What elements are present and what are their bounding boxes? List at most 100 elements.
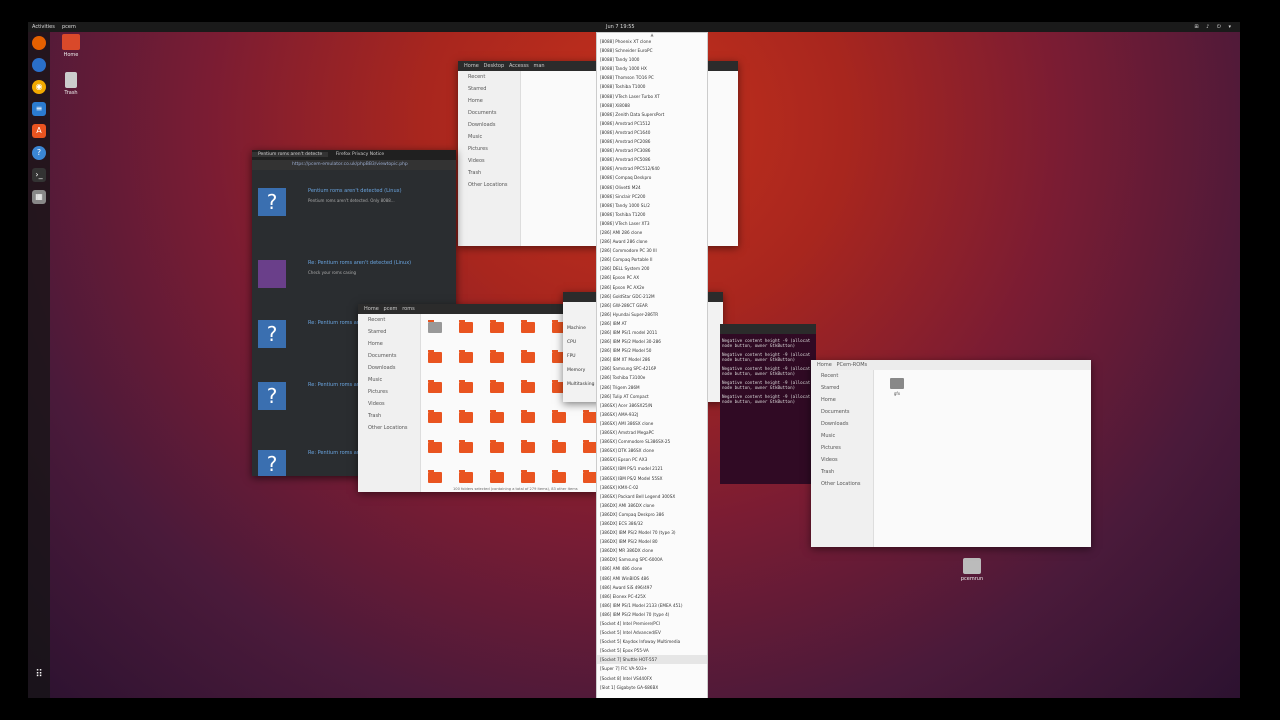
machine-option[interactable]: [Socket 7] Shuttle HOT-557 [597,655,707,665]
help-icon[interactable]: ? [32,146,46,160]
machine-option[interactable]: [286] IBM PS/1 model 2011 [597,328,707,337]
sidebar-item-documents[interactable]: Documents [458,107,520,119]
machine-option[interactable]: [486] AMI 486 clone [597,564,707,573]
sidebar-item-recent[interactable]: Recent [358,314,420,326]
sidebar-item-music[interactable]: Music [358,374,420,386]
folder-icon[interactable] [552,440,566,453]
folder-icon[interactable] [459,470,473,483]
sidebar-item-pictures[interactable]: Pictures [811,442,873,454]
machine-option[interactable]: [8088] Toshiba T1000 [597,82,707,91]
folder-icon[interactable] [490,410,504,423]
folder-icon[interactable] [428,350,442,363]
machine-option[interactable]: [8086] Sinclair PC200 [597,192,707,201]
folder-icon[interactable] [521,440,535,453]
machine-option[interactable]: [286] IBM XT Model 286 [597,355,707,364]
machine-option[interactable]: [486] IBM PS/2 Model 70 (type 4) [597,610,707,619]
thunderbird-icon[interactable] [32,58,46,72]
folder-icon[interactable] [552,470,566,483]
folder-icon[interactable] [583,440,597,453]
sidebar-item-music[interactable]: Music [811,430,873,442]
folder-icon[interactable] [459,350,473,363]
machine-option[interactable]: [Socket 5] Kaydox Infoway Multimedia [597,637,707,646]
pcemrun-desktop-icon[interactable]: pcemrun [952,558,992,582]
sidebar-item-downloads[interactable]: Downloads [811,418,873,430]
machine-option[interactable]: [Socket 8] Intel VS440FX [597,674,707,683]
terminal-window[interactable]: Negative content height -9 (allocat node… [720,324,816,484]
sidebar-item-documents[interactable]: Documents [811,406,873,418]
sidebar-item-downloads[interactable]: Downloads [458,119,520,131]
machine-option[interactable]: [286] Epson PC AX [597,273,707,282]
folder-icon[interactable] [583,470,597,483]
machine-option[interactable]: [286] GW-286CT GEAR [597,301,707,310]
sidebar-item-home[interactable]: Home [358,338,420,350]
show-apps-icon[interactable]: ⠿ [32,668,46,682]
machine-option[interactable]: [8086] Tandy 1000 SL/2 [597,201,707,210]
machine-option[interactable]: [8088] Xi8088 [597,101,707,110]
clock[interactable]: Jun 7 19:55 [606,22,635,32]
machine-option[interactable]: [486] AMI WinBIOS 486 [597,574,707,583]
machine-option[interactable]: [8086] Amstrad PPC512/640 [597,164,707,173]
sidebar-item-home[interactable]: Home [458,95,520,107]
sidebar-item-pictures[interactable]: Pictures [458,143,520,155]
sidebar-item-starred[interactable]: Starred [358,326,420,338]
machine-option[interactable]: [486] Award SiS 496/497 [597,583,707,592]
machine-option[interactable]: [8088] VTech Laser Turbo XT [597,92,707,101]
machine-option[interactable]: [8088] Thomson TO16 PC [597,73,707,82]
machine-option[interactable]: [286] AMI 286 clone [597,228,707,237]
folder-icon[interactable] [490,470,504,483]
machine-option[interactable]: [386DX] AMI 386DX clone [597,501,707,510]
machine-option[interactable]: [8086] Amstrad PC3086 [597,146,707,155]
sidebar-item-trash[interactable]: Trash [458,167,520,179]
machine-option[interactable]: [Socket 5] Epox P55-VA [597,646,707,655]
machine-option[interactable]: [386DX] MR 386DX clone [597,546,707,555]
machine-option[interactable]: [486] IBM PS/1 Model 2133 (EMEA 451) [597,601,707,610]
trash-desktop-icon[interactable]: Trash [51,72,91,96]
folder-icon[interactable] [428,380,442,393]
folder-icon[interactable] [459,440,473,453]
machine-option[interactable]: [386DX] ECS 386/32 [597,519,707,528]
machine-option[interactable]: [286] Samsung SPC-4216P [597,364,707,373]
path-man[interactable]: man [533,63,544,69]
machine-option[interactable]: [8088] Phoenix XT clone [597,37,707,46]
machine-option[interactable]: [286] IBM AT [597,319,707,328]
folder-icon[interactable] [428,470,442,483]
machine-option[interactable]: [386SX] AMI 386SX clone [597,419,707,428]
sidebar-item-documents[interactable]: Documents [358,350,420,362]
sidebar-item-other-locations[interactable]: Other Locations [458,179,520,191]
machine-option[interactable]: [8086] Zenith Data SupersPort [597,110,707,119]
path-desktop[interactable]: Desktop [484,63,505,69]
app-menu[interactable]: pcem [62,22,76,32]
folder-icon[interactable] [521,380,535,393]
folder-icon[interactable] [428,440,442,453]
machine-option[interactable]: [486] Elonex PC-425X [597,592,707,601]
machine-option[interactable]: [Socket 4] Intel Premiere/PCI [597,619,707,628]
post-title[interactable]: Re: Pentium roms aren't detected (Linux) [308,260,411,266]
folder-icon[interactable] [521,470,535,483]
machine-option[interactable]: [386SX] IBM PS/2 Model 55SX [597,474,707,483]
machine-option[interactable]: [286] DELL System 200 [597,264,707,273]
files-window-pcem-roms[interactable]: Home PCem-ROMs Recent Starred Home Docum… [811,360,1091,547]
folder-icon[interactable] [428,320,442,333]
machine-option[interactable]: [Socket 5] Intel Advanced/EV [597,628,707,637]
sidebar-item-starred[interactable]: Starred [458,83,520,95]
machine-option[interactable]: [286] Hyundai Super-286TR [597,310,707,319]
sidebar-item-recent[interactable]: Recent [458,71,520,83]
machine-option[interactable]: [386SX] Epson PC AX3 [597,455,707,464]
sidebar-item-other-locations[interactable]: Other Locations [811,478,873,490]
machine-option[interactable]: [286] Award 286 clone [597,237,707,246]
machine-option[interactable]: [8086] Amstrad PC5086 [597,155,707,164]
sidebar-item-videos[interactable]: Videos [811,454,873,466]
machine-option[interactable]: [286] Commodore PC 30 III [597,246,707,255]
machine-option[interactable]: [286] GoldStar GDC-212M [597,292,707,301]
terminal-icon[interactable]: ›_ [32,168,46,182]
machine-option[interactable]: [386SX] Acer 386SX25/N [597,401,707,410]
folder-icon[interactable] [459,320,473,333]
folder-icon[interactable] [428,410,442,423]
machine-option[interactable]: [8086] Olivetti M24 [597,183,707,192]
sidebar-item-other-locations[interactable]: Other Locations [358,422,420,434]
machine-option[interactable]: [286] Toshiba T3100e [597,373,707,382]
sidebar-item-home[interactable]: Home [811,394,873,406]
machine-option[interactable]: [8088] Schneider EuroPC [597,46,707,55]
machine-option[interactable]: [386SX] Packard Bell Legend 300SX [597,492,707,501]
machine-option[interactable]: [286] Tulip AT Compact [597,392,707,401]
